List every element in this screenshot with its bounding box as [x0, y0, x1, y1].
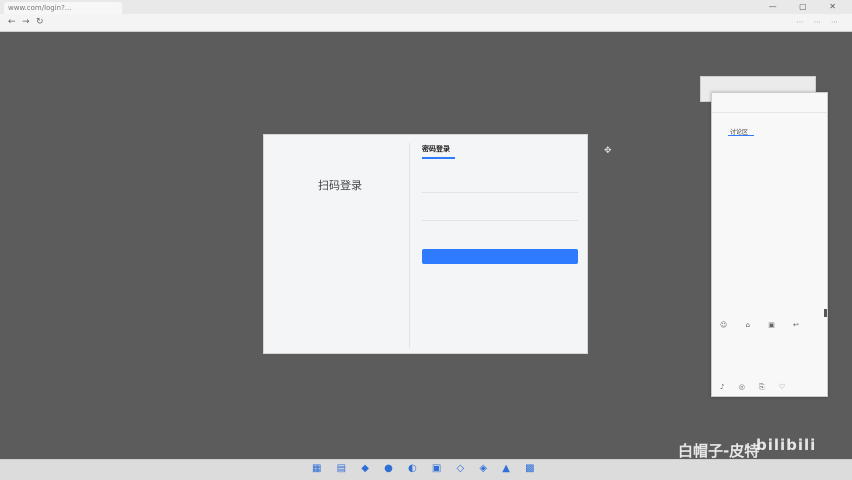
panel-toolbar-icons[interactable]: ☺ ⌂ ▣ ↩	[720, 321, 824, 329]
dialog-divider	[409, 143, 410, 348]
uploader-watermark: 白帽子-皮特	[678, 442, 760, 460]
login-button[interactable]	[422, 249, 578, 264]
window-controls[interactable]: — ▢ ✕	[769, 2, 846, 11]
bilibili-logo: bilibili	[756, 436, 817, 454]
comment-list	[720, 147, 824, 201]
tab-password-login[interactable]: 密码登录	[422, 144, 450, 154]
forward-icon[interactable]: →	[22, 17, 30, 27]
taskbar: ▦ ▤ ◆ ● ◐ ▣ ◇ ◈ ▲ ▩	[0, 459, 852, 480]
browser-tab-bar: www.com/login?... — ▢ ✕	[0, 0, 852, 14]
browser-tab[interactable]: www.com/login?...	[4, 2, 122, 14]
taskbar-app-icons[interactable]: ▦ ▤ ◆ ● ◐ ▣ ◇ ◈ ▲ ▩	[312, 463, 541, 474]
panel-scrollbar[interactable]	[824, 309, 827, 317]
panel-tab-indicator	[728, 135, 754, 136]
username-field[interactable]	[422, 175, 578, 193]
extension-icons[interactable]: ⋯ ⋯ ⋯	[797, 18, 842, 26]
login-dialog: 扫码登录 密码登录	[263, 134, 588, 354]
mouse-cursor-icon: ✥	[604, 146, 612, 156]
discussion-panel: 讨论区 ☺ ⌂ ▣ ↩ ♪ ◎ ⎘ ♡	[711, 92, 828, 397]
refresh-icon[interactable]: ↻	[36, 17, 44, 27]
panel-footer-icons[interactable]: ♪ ◎ ⎘ ♡	[720, 383, 824, 392]
address-bar: ← → ↻ ⋯ ⋯ ⋯	[0, 14, 852, 32]
back-icon[interactable]: ←	[8, 17, 16, 27]
panel-header	[712, 93, 827, 113]
qr-login-title: 扫码登录	[318, 179, 362, 192]
password-field[interactable]	[422, 203, 578, 221]
active-tab-indicator	[422, 157, 455, 159]
